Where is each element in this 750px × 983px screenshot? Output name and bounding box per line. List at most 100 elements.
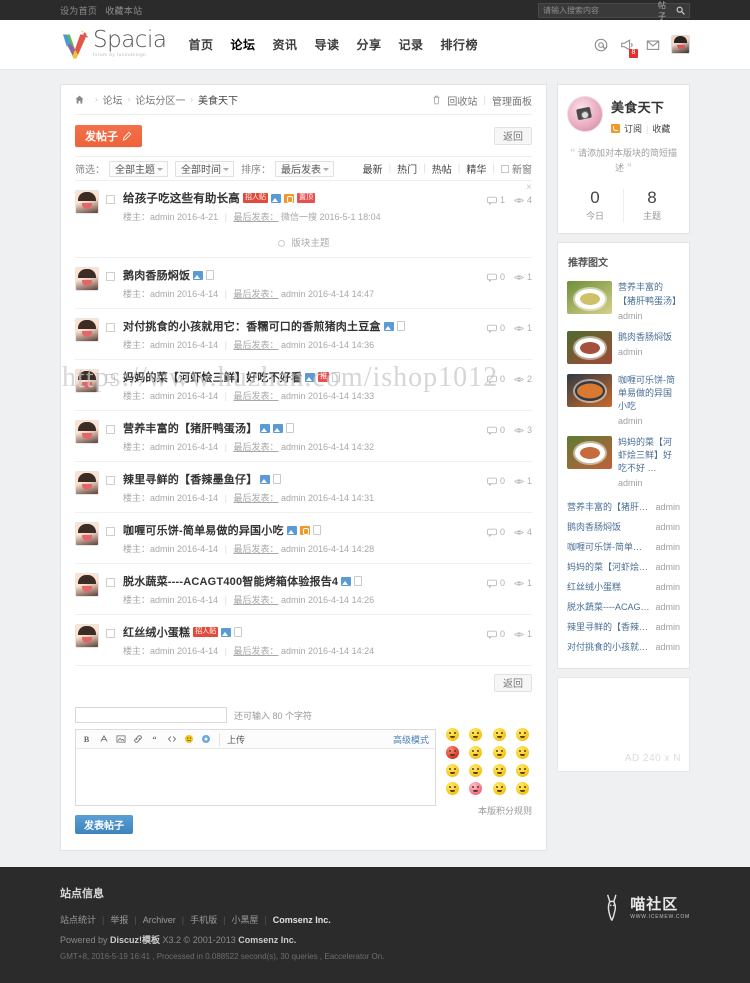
sidebar-thread-author[interactable]: admin [655, 542, 680, 552]
smiley-icon-7[interactable] [492, 746, 506, 759]
nav-item-home[interactable]: 首页 [188, 36, 213, 53]
submit-post-button[interactable]: 发表帖子 [75, 815, 133, 834]
thread-author[interactable]: admin [150, 595, 175, 605]
lastpost-label[interactable]: 最后发表： [233, 340, 278, 350]
smiley-icon-13[interactable] [446, 782, 459, 795]
breadcrumb-item-forum[interactable]: 论坛 [103, 92, 123, 107]
thread-last-author[interactable]: admin [281, 391, 306, 401]
list-item[interactable]: 咖喱可乐饼-简单易做的异国小吃 admin [567, 369, 680, 431]
avatar[interactable] [75, 624, 99, 648]
new-window-checkbox[interactable]: 新窗 [501, 161, 532, 176]
bold-icon[interactable]: B [81, 734, 92, 745]
avatar[interactable] [75, 522, 99, 546]
sidebar-thread-title[interactable]: 鹅肉香肠焖饭 [567, 520, 650, 533]
thread-last-author[interactable]: admin [281, 289, 306, 299]
footer-logo[interactable]: 喵社区 WWW.ICEMEW.COM [604, 893, 690, 923]
filter-tab-popular[interactable]: 热门 [397, 161, 417, 176]
lastpost-label[interactable]: 最后发表： [233, 493, 278, 503]
sidebar-thread-title[interactable]: 妈妈的菜【河虾烩三鲜】好 [567, 560, 650, 573]
sidebar-thread-title[interactable]: 咖喱可乐饼-简单易做的异国 [567, 540, 650, 553]
thread-author[interactable]: admin [150, 340, 175, 350]
footer-link-archiver[interactable]: Archiver [143, 915, 176, 925]
lastpost-label[interactable]: 最后发表： [233, 646, 278, 656]
avatar[interactable] [75, 267, 99, 291]
powered-company[interactable]: Comsenz Inc. [238, 935, 296, 945]
thread-author[interactable]: admin [150, 212, 175, 222]
avatar[interactable] [75, 573, 99, 597]
smiley-icon-6[interactable] [469, 746, 483, 759]
filter-time-select[interactable]: 全部时间 [175, 160, 234, 177]
nav-item-guide[interactable]: 导读 [314, 36, 339, 53]
thread-title[interactable]: 脱水蔬菜----ACAGT400智能烤箱体验报告4 [123, 573, 338, 589]
close-icon[interactable]: × [526, 183, 532, 193]
thread-author[interactable]: admin [150, 493, 175, 503]
thread-last-author[interactable]: admin [281, 493, 306, 503]
sidebar-thread-title[interactable]: 辣里寻鲜的【香辣墨鱼仔】 [567, 620, 650, 633]
sidebar-thread-title[interactable]: 脱水蔬菜----ACAGT400智 [567, 600, 650, 613]
filter-tab-hot[interactable]: 热帖 [432, 161, 452, 176]
site-logo[interactable]: Spacia forum by lusindesign [60, 29, 167, 60]
new-post-button[interactable]: 发帖子 [75, 124, 142, 147]
sidebar-thread-author[interactable]: admin [655, 582, 680, 592]
quote-icon[interactable]: “ [149, 734, 160, 745]
lastpost-label[interactable]: 最后发表： [233, 289, 278, 299]
list-item[interactable]: 鹅肉香肠焖饭 admin [567, 517, 680, 537]
message-envelope-icon[interactable] [645, 37, 660, 52]
sidebar-thread-author[interactable]: admin [655, 622, 680, 632]
smiley-icon-11[interactable] [492, 764, 506, 777]
recommended-author[interactable]: admin [618, 478, 680, 488]
lastpost-label[interactable]: 最后发表： [233, 595, 278, 605]
sidebar-thread-author[interactable]: admin [655, 502, 680, 512]
thread-title[interactable]: 辣里寻鲜的【香辣墨鱼仔】 [123, 471, 257, 487]
table-row[interactable]: 咖喱可乐饼-简单易做的异国小吃 楼主：admin 2016-4-14 | 最后发… [75, 513, 532, 564]
recommended-author[interactable]: admin [618, 311, 680, 321]
table-row[interactable]: 妈妈的菜【河虾烩三鲜】好吃不好看 推 楼主：admin 2016-4-14 | … [75, 360, 532, 411]
thread-author[interactable]: admin [150, 442, 175, 452]
thread-title[interactable]: 咖喱可乐饼-简单易做的异国小吃 [123, 522, 284, 538]
avatar[interactable] [75, 420, 99, 444]
sidebar-thread-title[interactable]: 对付挑食的小孩就用它：香 [567, 640, 650, 653]
smiley-icon-1[interactable] [446, 728, 459, 741]
thread-checkbox[interactable] [106, 323, 115, 332]
table-row[interactable]: 脱水蔬菜----ACAGT400智能烤箱体验报告4 楼主：admin 2016-… [75, 564, 532, 615]
table-row[interactable]: 红丝绒小蛋糕 招人贴 楼主：admin 2016-4-14 | 最后发表： ad… [75, 615, 532, 666]
smiley-icon-16[interactable] [515, 782, 529, 795]
list-item[interactable]: 对付挑食的小孩就用它：香 admin [567, 637, 680, 657]
manage-panel-link[interactable]: 管理面板 [492, 93, 532, 108]
footer-link-company[interactable]: Comsenz Inc. [273, 915, 331, 925]
thread-checkbox[interactable] [106, 476, 115, 485]
recycle-bin-link[interactable]: 回收站 [447, 93, 477, 108]
mention-icon[interactable] [593, 37, 608, 52]
filter-tab-latest[interactable]: 最新 [363, 161, 383, 176]
sidebar-thread-author[interactable]: admin [655, 562, 680, 572]
footer-link-mobile[interactable]: 手机版 [190, 913, 217, 926]
smiley-icon-3[interactable] [492, 728, 506, 741]
recycle-bin-icon[interactable] [432, 95, 441, 105]
thumbnail[interactable] [567, 281, 612, 315]
code-icon[interactable] [166, 734, 177, 745]
list-item[interactable]: 红丝绒小蛋糕 admin [567, 577, 680, 597]
set-homepage-link[interactable]: 设为首页 [60, 4, 97, 17]
table-row[interactable]: 鹅肉香肠焖饭 楼主：admin 2016-4-14 | 最后发表： admin … [75, 258, 532, 309]
table-row[interactable]: 营养丰富的【猪肝鸭蛋汤】 楼主：admin 2016-4-14 | 最后发表： … [75, 411, 532, 462]
recommended-title-text[interactable]: 妈妈的菜【河虾烩三鲜】好吃不好 … [618, 436, 680, 475]
lastpost-label[interactable]: 最后发表： [233, 391, 278, 401]
thread-author[interactable]: admin [150, 544, 175, 554]
table-row[interactable]: 对付挑食的小孩就用它：香糯可口的香煎猪肉土豆盒 楼主：admin 2016-4-… [75, 309, 532, 360]
recommended-title-text[interactable]: 鹅肉香肠焖饭 [618, 331, 680, 344]
sidebar-thread-author[interactable]: admin [655, 602, 680, 612]
table-row[interactable]: 给孩子吃这些有助长高 招人贴 置顶 楼主：admin 2016-4-21 | 最… [75, 181, 532, 231]
filter-tab-digest[interactable]: 精华 [466, 161, 486, 176]
lastpost-label[interactable]: 最后发表： [233, 544, 278, 554]
nav-item-forum[interactable]: 论坛 [230, 36, 255, 53]
list-item[interactable]: 鹅肉香肠焖饭 admin [567, 326, 680, 369]
thread-title[interactable]: 对付挑食的小孩就用它：香糯可口的香煎猪肉土豆盒 [123, 318, 381, 334]
list-item[interactable]: 营养丰富的【猪肝鸭蛋汤】 admin [567, 276, 680, 325]
table-row[interactable]: 辣里寻鲜的【香辣墨鱼仔】 楼主：admin 2016-4-14 | 最后发表： … [75, 462, 532, 513]
thumbnail[interactable] [567, 330, 612, 364]
thread-checkbox[interactable] [106, 629, 115, 638]
thread-last-author[interactable]: admin [281, 340, 306, 350]
smiley-icon-5[interactable] [446, 746, 459, 759]
list-item[interactable]: 妈妈的菜【河虾烩三鲜】好 admin [567, 557, 680, 577]
thread-title[interactable]: 营养丰富的【猪肝鸭蛋汤】 [123, 420, 257, 436]
